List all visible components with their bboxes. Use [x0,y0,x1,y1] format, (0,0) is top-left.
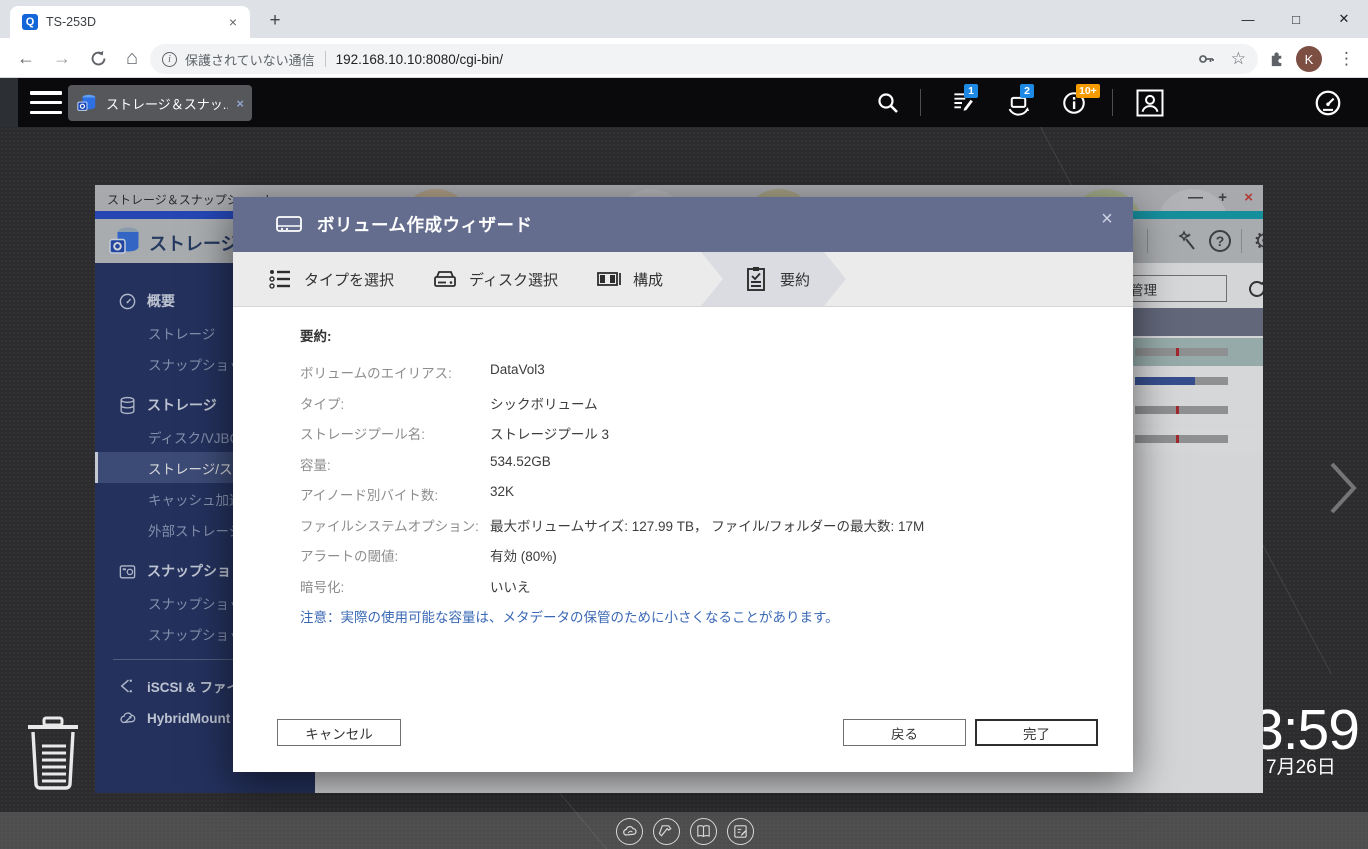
clipboard-check-icon [743,266,769,292]
storage-app-icon [77,94,96,111]
search-icon[interactable] [872,87,904,119]
address-bar[interactable]: i 保護されていない通信 192.168.10.10:8080/cgi-bin/… [150,44,1258,74]
summary-row: アラートの閾値: 有効 (80%) [300,549,557,564]
app-tab-label: ストレージ＆スナッ... [106,96,229,112]
wizard-steps-bar: タイプを選択 ディスク選択 構成 要約 [233,252,1133,307]
dialog-title: ボリューム作成ウィザード [317,215,533,235]
window-minimize-button[interactable]: — [1225,0,1271,38]
tutorial-book-icon[interactable] [690,818,717,845]
step-summary: 要約 [701,252,846,306]
topbar-notch [0,78,18,127]
feedback-note-icon[interactable] [727,818,754,845]
security-label[interactable]: 保護されていない通信 [185,50,315,69]
app-tab-close-icon[interactable]: × [236,96,244,111]
step-select-type: タイプを選択 [267,252,394,306]
summary-row: ストレージプール名: ストレージプール 3 [300,427,609,442]
browser-avatar[interactable]: K [1296,44,1322,74]
info-icon[interactable]: i [162,51,177,67]
utilities-hammer-icon[interactable] [653,818,680,845]
topbar-separator [920,89,921,116]
summary-row: ファイルシステムオプション: 最大ボリュームサイズ: 127.99 TB， ファイ… [300,518,925,534]
screen: Q TS-253D × + — □ ✕ ← → ⌂ i 保護されていない通信 1… [0,0,1368,849]
summary-heading: 要約: [300,329,332,344]
topbar-separator [1112,89,1113,116]
recycle-bin-icon[interactable] [24,716,82,792]
extensions-puzzle-icon[interactable] [1268,44,1287,74]
disk-icon [432,266,458,292]
notifications-info-icon[interactable]: 10+ [1058,84,1100,119]
back-icon[interactable]: ← [14,46,38,70]
url-text[interactable]: 192.168.10.10:8080/cgi-bin/ [336,52,1197,67]
forward-icon[interactable]: → [50,46,74,70]
volume-wizard-dialog: ボリューム作成ウィザード × タイプを選択 ディスク選択 構成 要約 要約: ボ… [233,197,1133,772]
browser-menu-icon[interactable]: ⋮ [1338,44,1355,74]
dashboard-gauge-icon[interactable] [1312,87,1344,119]
notifications-badge: 10+ [1076,84,1100,98]
partition-icon [596,266,622,292]
summary-row: 容量: 534.52GB [300,453,551,473]
user-avatar-icon[interactable] [1134,87,1166,119]
devices-badge: 2 [1020,84,1034,98]
background-tasks-icon[interactable]: 1 [946,84,978,119]
browser-tabstrip: Q TS-253D × + — □ ✕ [0,0,1368,38]
summary-row: ボリュームのエイリアス: DataVol3 [300,362,545,381]
reload-icon[interactable] [86,46,110,70]
qnap-topbar: ストレージ＆スナッ... × 1 2 10+ admin ⋮ [0,78,1368,185]
qnap-favicon: Q [22,14,38,30]
myqnapcloud-icon[interactable] [616,818,643,845]
step-select-disks: ディスク選択 [432,252,558,306]
step-configure: 構成 [596,252,663,306]
back-button[interactable]: 戻る [843,719,966,746]
open-app-tab[interactable]: ストレージ＆スナッ... × [68,85,252,121]
browser-tab[interactable]: Q TS-253D × [10,6,250,38]
summary-row: 暗号化: いいえ [300,579,531,595]
dialog-header: ボリューム作成ウィザード × [233,197,1133,252]
tab-title: TS-253D [46,15,97,29]
desktop-dock [0,812,1368,849]
window-maximize-button[interactable]: □ [1273,0,1319,38]
main-menu-icon[interactable] [30,91,62,114]
capacity-note: 注意：実際の使用可能な容量は、メタデータの保管のために小さくなることがあります。 [300,610,839,625]
finish-button[interactable]: 完了 [975,719,1098,746]
external-device-icon[interactable]: 2 [1002,84,1034,119]
summary-row: アイノード別バイト数: 32K [300,484,515,503]
list-icon [267,266,293,292]
summary-panel: 要約: ボリュームのエイリアス: DataVol3 タイプ: シックボリューム スト… [300,325,1093,626]
home-icon[interactable]: ⌂ [120,46,144,70]
address-divider [324,51,326,67]
desktop-date: 7月26日 [1266,757,1336,778]
bookmark-star-icon[interactable]: ☆ [1231,49,1246,69]
tab-close-icon[interactable]: × [224,13,242,31]
volume-disk-icon [276,215,302,232]
next-desktop-chevron-icon[interactable] [1328,460,1358,516]
summary-row: タイプ: シックボリューム [300,396,598,412]
qts-desktop: 3:59 7月26日 ストレージ＆スナップショット — + × ? 概要 ストレ… [0,126,1368,849]
new-tab-button[interactable]: + [262,8,288,34]
password-key-icon[interactable] [1197,50,1215,68]
dialog-close-icon[interactable]: × [1095,207,1119,231]
cancel-button[interactable]: キャンセル [277,719,401,746]
window-close-button[interactable]: ✕ [1321,0,1367,38]
tasks-badge: 1 [964,84,978,98]
